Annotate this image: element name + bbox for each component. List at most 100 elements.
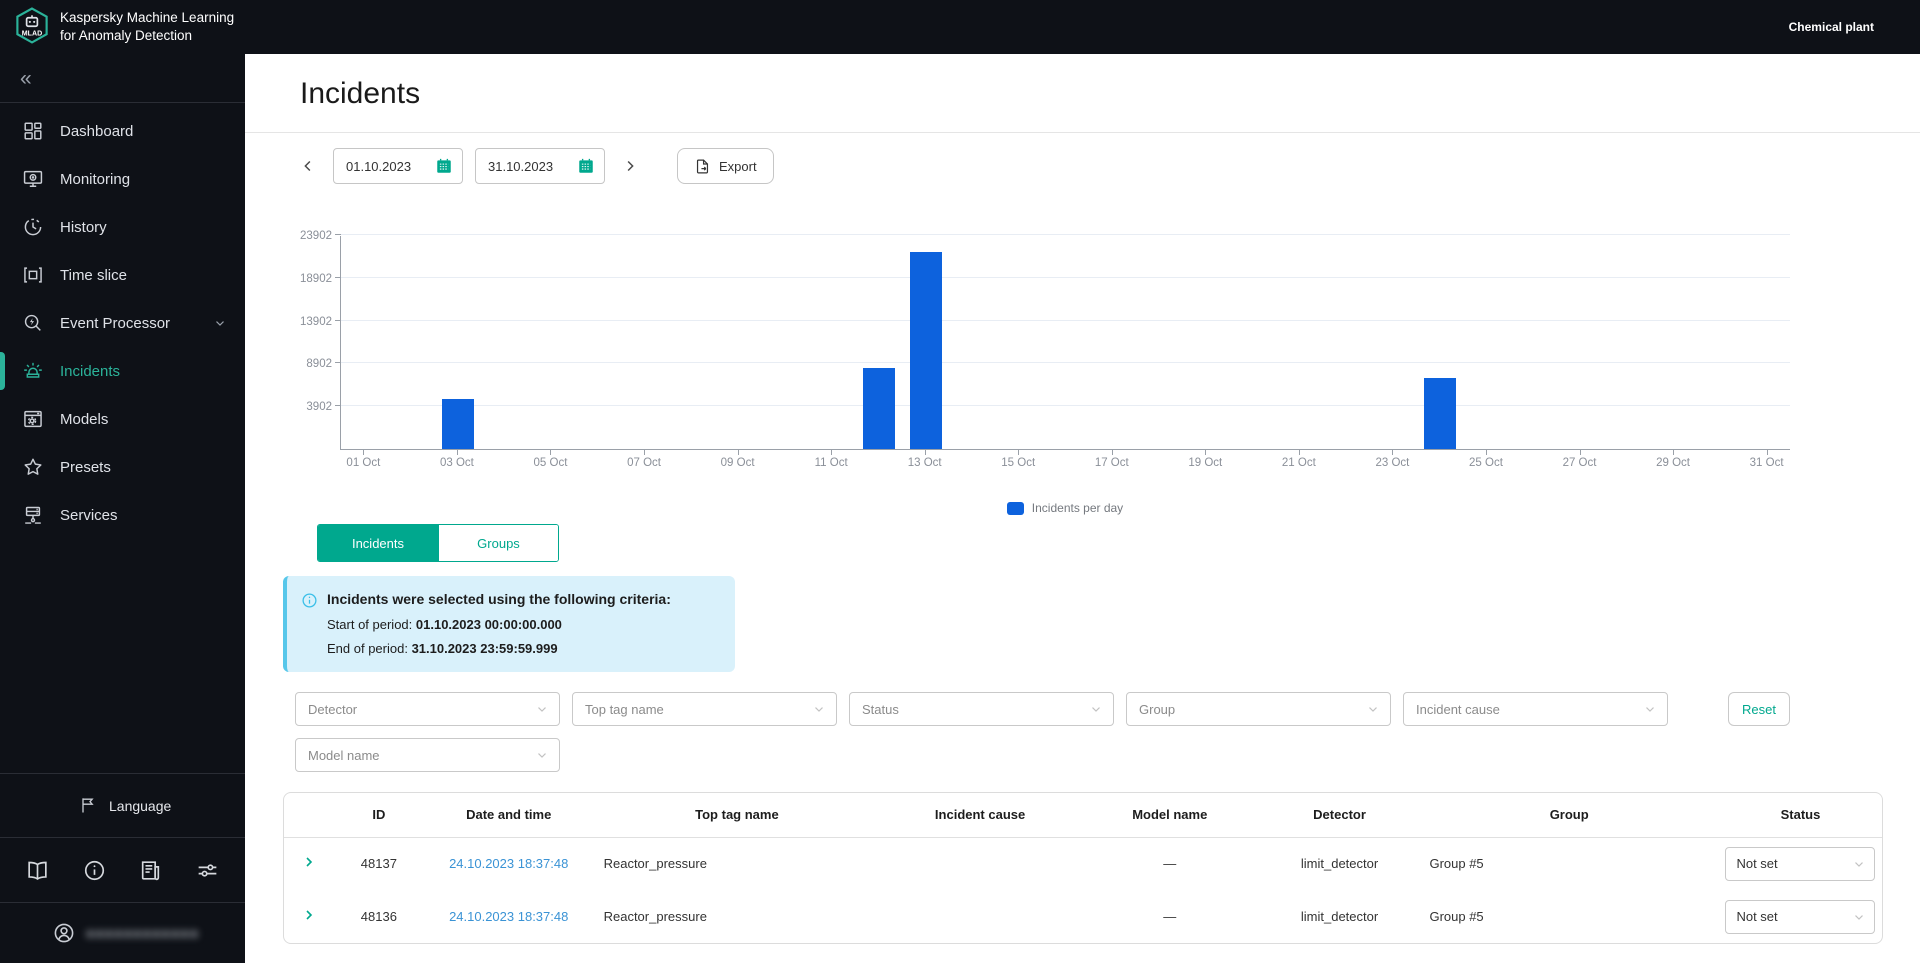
news-document-icon[interactable] <box>138 858 163 883</box>
x-tick-label: 17 Oct <box>1094 457 1129 469</box>
chevron-down-icon <box>1366 702 1380 716</box>
models-icon <box>22 407 46 431</box>
calendar-icon[interactable] <box>577 157 595 175</box>
cell-group: Group #5 <box>1429 909 1484 924</box>
chart-xaxis: 01 Oct 03 Oct 05 Oct 07 Oct 09 Oct 11 Oct 13 O… <box>340 450 1790 474</box>
x-tick-mark <box>924 450 926 455</box>
x-tick-mark <box>1205 450 1207 455</box>
filter-top-tag-name[interactable]: Top tag name <box>572 692 837 726</box>
sidebar-item-label: Event Processor <box>60 314 171 332</box>
history-clock-icon <box>22 215 46 239</box>
sidebar-item-monitoring[interactable]: Monitoring <box>0 155 245 203</box>
chevron-down-icon <box>812 702 826 716</box>
filter-incident-cause[interactable]: Incident cause <box>1403 692 1668 726</box>
chart-bar <box>863 367 895 449</box>
y-tick-label: 13902 <box>300 315 332 328</box>
sidebar-item-time-slice[interactable]: Time slice <box>0 251 245 299</box>
user-account-row[interactable]: ●●●●●●●●●●●● <box>0 902 245 963</box>
mlad-logo-icon: MLAD <box>16 7 48 44</box>
sidebar-collapse-button[interactable]: « <box>20 67 48 91</box>
y-tick-mark <box>335 319 341 321</box>
x-tick-label: 31 Oct <box>1749 457 1784 469</box>
filter-model-name[interactable]: Model name <box>295 738 560 772</box>
sidebar-item-history[interactable]: History <box>0 203 245 251</box>
incidents-siren-icon <box>22 359 46 383</box>
date-to-input[interactable]: 31.10.2023 <box>475 148 605 184</box>
tab-groups[interactable]: Groups <box>438 525 558 561</box>
previous-period-button[interactable] <box>295 153 321 179</box>
active-indicator <box>0 352 5 390</box>
x-tick-mark <box>1298 450 1300 455</box>
x-tick-label: 09 Oct <box>720 457 755 469</box>
criteria-info-box: Incidents were selected using the follow… <box>283 576 735 672</box>
cell-id: 48137 <box>360 856 397 872</box>
y-tick-label: 18902 <box>300 272 332 285</box>
cell-incident-cause <box>880 837 1080 890</box>
date-to-value: 31.10.2023 <box>488 158 554 174</box>
row-expand-chevron-icon[interactable] <box>301 907 317 923</box>
chevron-down-icon <box>1089 702 1103 716</box>
tab-incidents[interactable]: Incidents <box>318 525 438 561</box>
settings-sliders-icon[interactable] <box>195 858 220 883</box>
legend-label: Incidents per day <box>1031 501 1124 515</box>
monitoring-icon <box>22 167 46 191</box>
language-button[interactable]: Language <box>0 773 245 837</box>
row-expand-chevron-icon[interactable] <box>301 854 317 870</box>
column-header-model-name: Model name <box>1079 793 1260 838</box>
cell-id: 48136 <box>360 909 397 924</box>
cell-model-name: — <box>1163 856 1177 872</box>
sidebar-item-incidents[interactable]: Incidents <box>0 347 245 395</box>
table-row: 48137 24.10.2023 18:37:48 Reactor_pressu… <box>284 837 1882 890</box>
chevron-down-icon <box>1852 910 1866 924</box>
date-from-input[interactable]: 01.10.2023 <box>333 148 463 184</box>
sidebar-item-label: Monitoring <box>60 170 131 188</box>
export-label: Export <box>719 158 757 174</box>
sidebar-item-dashboard[interactable]: Dashboard <box>0 107 245 155</box>
x-tick-mark <box>1766 450 1768 455</box>
presets-star-icon <box>22 455 46 479</box>
incident-datetime-link[interactable]: 24.10.2023 18:37:48 <box>449 909 568 924</box>
export-button[interactable]: Export <box>677 148 774 184</box>
title-divider <box>245 132 1920 133</box>
page-title: Incidents <box>300 77 421 110</box>
y-gridline <box>341 405 1790 407</box>
incident-datetime-link[interactable]: 24.10.2023 18:37:48 <box>449 856 568 871</box>
x-tick-mark <box>1579 450 1581 455</box>
plant-name-label: Chemical plant <box>1788 20 1874 34</box>
sidebar-utility-icons <box>0 837 245 902</box>
services-icon <box>22 503 46 527</box>
x-tick-label: 27 Oct <box>1562 457 1597 469</box>
sidebar-item-label: History <box>60 218 107 236</box>
reset-button[interactable]: Reset <box>1728 692 1790 726</box>
next-period-button[interactable] <box>617 153 643 179</box>
calendar-icon[interactable] <box>435 157 453 175</box>
sidebar-item-presets[interactable]: Presets <box>0 443 245 491</box>
sidebar-item-services[interactable]: Services <box>0 491 245 539</box>
cell-top-tag: Reactor_pressure <box>603 856 707 872</box>
status-select[interactable]: Not set <box>1725 846 1876 881</box>
x-tick-mark <box>1111 450 1113 455</box>
info-icon[interactable] <box>82 858 107 883</box>
sidebar-item-event-processor[interactable]: Event Processor <box>0 299 245 347</box>
cell-top-tag: Reactor_pressure <box>603 909 707 924</box>
help-book-icon[interactable] <box>25 858 50 883</box>
filter-status[interactable]: Status <box>849 692 1114 726</box>
column-header-top-tag: Top tag name <box>593 793 881 838</box>
app-title: Kaspersky Machine Learning for Anomaly D… <box>60 9 235 43</box>
date-from-value: 01.10.2023 <box>346 158 412 174</box>
sidebar-item-label: Presets <box>60 458 111 476</box>
sidebar-bottom: Language ●●●●●●●●●●●● <box>0 773 245 963</box>
x-tick-label: 23 Oct <box>1375 457 1410 469</box>
sidebar: « Dashboard Monitoring History Time slic… <box>0 54 245 963</box>
filter-detector[interactable]: Detector <box>295 692 560 726</box>
export-file-icon <box>694 158 711 175</box>
x-tick-label: 25 Oct <box>1469 457 1503 469</box>
x-tick-label: 05 Oct <box>533 457 568 469</box>
filter-group[interactable]: Group <box>1126 692 1391 726</box>
svg-text:MLAD: MLAD <box>22 31 42 38</box>
sidebar-item-models[interactable]: Models <box>0 395 245 443</box>
x-tick-mark <box>363 450 365 455</box>
status-select[interactable]: Not set <box>1725 899 1876 934</box>
chevron-down-icon <box>1852 857 1866 871</box>
column-header-group: Group <box>1419 793 1719 838</box>
